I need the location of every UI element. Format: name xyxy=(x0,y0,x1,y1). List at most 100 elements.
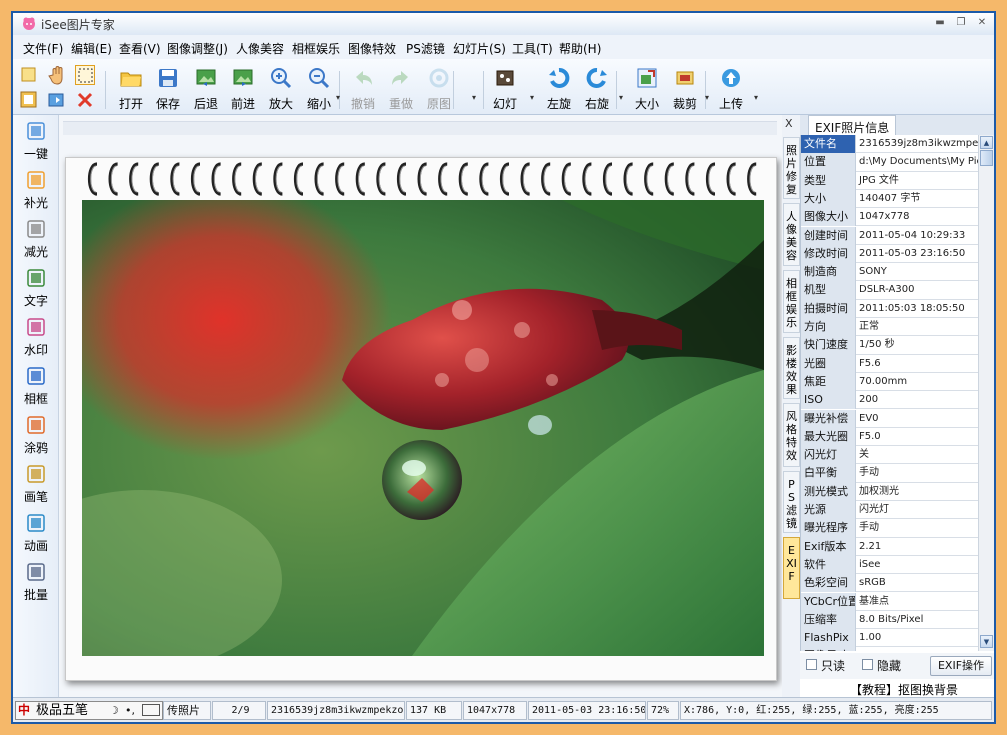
exif-row[interactable]: 图像大小 1047x778 xyxy=(801,208,978,227)
exif-info-tab[interactable]: EXIF照片信息 xyxy=(808,115,897,135)
toolbar-button-0[interactable]: 打开 xyxy=(111,65,151,111)
dropdown-arrow-icon[interactable]: ▾ xyxy=(705,93,713,102)
minimize-icon[interactable]: ▬ xyxy=(933,16,947,30)
delete-icon[interactable] xyxy=(75,90,95,110)
photo-image[interactable] xyxy=(82,200,764,656)
menu-item-6[interactable]: 图像特效 xyxy=(348,40,396,57)
menu-item-8[interactable]: 幻灯片(S) xyxy=(453,40,506,57)
exif-row[interactable]: 闪光灯关 xyxy=(801,446,978,465)
side-tab-0[interactable]: 照片修复 xyxy=(783,137,800,199)
menu-item-9[interactable]: 工具(T) xyxy=(512,40,553,57)
menu-item-2[interactable]: 查看(V) xyxy=(119,40,161,57)
exif-row[interactable]: Exif版本 2.21 xyxy=(801,537,978,556)
toolbar-button-12[interactable]: 大小 xyxy=(627,65,667,111)
dropdown-arrow-icon[interactable]: ▾ xyxy=(472,93,480,102)
left-tool-4[interactable]: 水印 xyxy=(15,317,57,363)
side-tab-4[interactable]: 风格特效 xyxy=(783,403,800,467)
close-icon[interactable]: ✕ xyxy=(975,16,989,30)
readonly-checkbox[interactable] xyxy=(806,659,817,670)
toolbar-button-7[interactable]: 重做 xyxy=(381,65,421,111)
exif-row[interactable]: 曝光程序 手动 xyxy=(801,519,978,538)
select-rect-icon[interactable] xyxy=(75,65,95,85)
exif-row[interactable]: 光圈 F5.6 xyxy=(801,354,978,373)
exif-row[interactable]: 软件 iSee xyxy=(801,555,978,575)
left-tool-0[interactable]: 一键 xyxy=(15,121,57,167)
side-tab-5[interactable]: PS滤镜 xyxy=(783,471,800,533)
exif-row[interactable]: 位置d:\My Documents\My Pictu xyxy=(801,153,978,172)
left-tool-8[interactable]: 动画 xyxy=(15,513,57,559)
menu-item-1[interactable]: 编辑(E) xyxy=(71,40,112,57)
tutorial-link[interactable]: 【教程】抠图换背景 xyxy=(850,681,958,698)
exif-row[interactable]: 最大光圈 F5.0 xyxy=(801,427,978,447)
menu-item-4[interactable]: 人像美容 xyxy=(236,40,284,57)
dropdown-arrow-icon[interactable]: ▾ xyxy=(336,93,344,102)
exif-row[interactable]: 色彩空间 sRGB xyxy=(801,574,978,593)
left-tool-2[interactable]: 减光 xyxy=(15,219,57,265)
exif-row[interactable]: 创建时间 2011-05-04 10:29:33 xyxy=(801,226,978,245)
toolbar-button-2[interactable]: 后退 xyxy=(186,65,226,111)
exif-operation-button[interactable]: EXIF操作 xyxy=(930,656,992,676)
left-tool-3[interactable]: 文字 xyxy=(15,268,57,314)
menu-item-3[interactable]: 图像调整(J) xyxy=(167,40,228,57)
hand-icon[interactable] xyxy=(47,65,67,85)
keyboard-icon[interactable] xyxy=(142,704,160,716)
toolbar-button-13[interactable]: 裁剪 xyxy=(665,65,705,111)
side-tab-2[interactable]: 相框娱乐 xyxy=(783,270,800,333)
exif-row[interactable]: 类型 JPG 文件 xyxy=(801,171,978,190)
left-tool-9[interactable]: 批量 xyxy=(15,562,57,608)
exif-row[interactable]: 制造商 SONY xyxy=(801,263,978,282)
toolbar-button-5[interactable]: 缩小 xyxy=(299,65,339,111)
toolbar-button-4[interactable]: 放大 xyxy=(261,65,301,111)
exif-row[interactable]: ISO 200 xyxy=(801,391,978,410)
dropdown-arrow-icon[interactable]: ▾ xyxy=(754,93,762,102)
menu-item-10[interactable]: 帮助(H) xyxy=(559,40,601,57)
image-canvas[interactable] xyxy=(59,115,782,697)
hide-checkbox[interactable] xyxy=(862,659,873,670)
scroll-up-icon[interactable]: ▲ xyxy=(980,136,993,149)
exif-row[interactable]: 文件名 2316539jz8m3ikwzmpekz xyxy=(801,135,978,154)
exif-row[interactable]: 机型 DSLR-A300 xyxy=(801,281,978,300)
left-tool-5[interactable]: 相框 xyxy=(15,366,57,412)
scroll-thumb[interactable] xyxy=(980,150,993,166)
left-tool-6[interactable]: 涂鸦 xyxy=(15,415,57,461)
exif-row[interactable]: 白平衡 手动 xyxy=(801,464,978,483)
rotate-icon[interactable] xyxy=(47,90,67,110)
toolbar-button-14[interactable]: 上传 xyxy=(711,65,751,111)
exif-row[interactable]: 曝光补偿 EV0 xyxy=(801,409,978,428)
left-tool-7[interactable]: 画笔 xyxy=(15,464,57,510)
side-tab-3[interactable]: 影楼效果 xyxy=(783,337,800,399)
menu-item-5[interactable]: 相框娱乐 xyxy=(292,40,340,57)
side-tab-6[interactable]: EXIF xyxy=(783,537,800,599)
side-panel-close-icon[interactable]: X xyxy=(785,117,793,130)
exif-row[interactable]: 压缩率 8.0 Bits/Pixel xyxy=(801,610,978,630)
scroll-down-icon[interactable]: ▼ xyxy=(980,635,993,648)
toolbar-button-6[interactable]: 撤销 xyxy=(343,65,383,111)
left-tool-1[interactable]: 补光 xyxy=(15,170,57,216)
ime-punctuation-icon[interactable]: •, xyxy=(125,702,135,719)
exif-scrollbar[interactable]: ▲ ▼ xyxy=(978,135,994,651)
exif-row[interactable]: 快门速度 1/50 秒 xyxy=(801,336,978,355)
resize-icon[interactable] xyxy=(19,90,39,110)
dropdown-arrow-icon[interactable]: ▾ xyxy=(619,93,627,102)
exif-row[interactable]: 大小 140407 字节 xyxy=(801,189,978,209)
side-tab-1[interactable]: 人像美容 xyxy=(783,203,800,266)
ime-halfwidth-icon[interactable]: ☽ xyxy=(109,702,119,719)
exif-row[interactable]: 方向 正常 xyxy=(801,318,978,337)
exif-row[interactable]: 拍摄时间 2011:05:03 18:05:50 xyxy=(801,299,978,318)
exif-row[interactable]: 修改时间 2011-05-03 23:16:50 xyxy=(801,244,978,264)
menu-item-0[interactable]: 文件(F) xyxy=(23,40,63,57)
exif-row[interactable]: 图像尺寸2872x2592 xyxy=(801,647,978,651)
toolbar-button-3[interactable]: 前进 xyxy=(223,65,263,111)
toolbar-button-11[interactable]: 右旋 xyxy=(577,65,617,111)
menu-item-7[interactable]: PS滤镜 xyxy=(406,40,445,57)
exif-row[interactable]: YCbCr位置 基准点 xyxy=(801,592,978,611)
crop-icon[interactable] xyxy=(19,65,39,85)
exif-row[interactable]: 光源 闪光灯 xyxy=(801,501,978,520)
toolbar-button-10[interactable]: 左旋 xyxy=(539,65,579,111)
toolbar-button-9[interactable]: 幻灯 xyxy=(485,65,525,111)
dropdown-arrow-icon[interactable]: ▾ xyxy=(530,93,538,102)
exif-row[interactable]: FlashPix 1.00 xyxy=(801,629,978,648)
exif-row[interactable]: 焦距 70.00mm xyxy=(801,372,978,392)
exif-row[interactable]: 测光模式 加权测光 xyxy=(801,482,978,501)
toolbar-button-1[interactable]: 保存 xyxy=(148,65,188,111)
